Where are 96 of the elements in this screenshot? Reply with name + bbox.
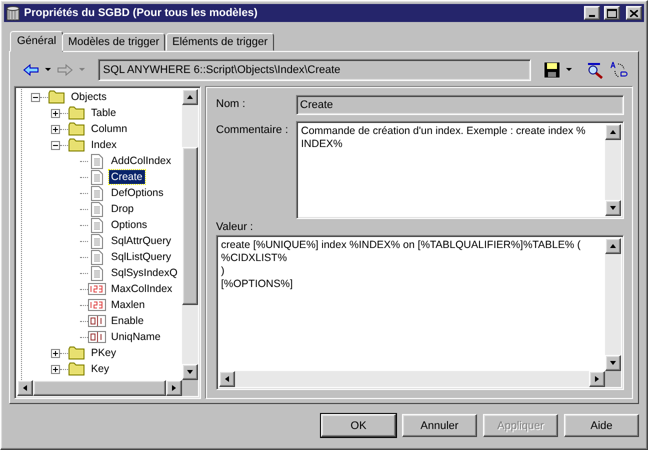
collapse-toggle[interactable] — [51, 140, 60, 150]
folder-icon — [68, 346, 86, 360]
scroll-down-button[interactable] — [605, 355, 621, 371]
left-arrow-icon — [223, 375, 231, 383]
tree-item[interactable]: Options — [109, 218, 150, 232]
expand-toggle[interactable] — [51, 108, 60, 118]
close-icon — [630, 10, 638, 16]
up-arrow-icon — [186, 93, 194, 101]
document-icon — [91, 186, 103, 200]
scroll-down-button[interactable] — [182, 364, 198, 380]
right-arrow-icon — [593, 375, 601, 383]
folder-icon — [68, 138, 86, 152]
collapse-toggle[interactable] — [31, 92, 40, 102]
folder-icon — [68, 106, 86, 120]
document-icon — [91, 154, 103, 168]
tree-item[interactable]: SqlAttrQuery — [109, 234, 174, 248]
value-field[interactable]: create [%UNIQUE%] index %INDEX% on [%TABLQUALIFIER%]%TABLE% ( %CIDXLIST% ) [%OPTIONS%] — [216, 235, 624, 390]
document-icon — [91, 202, 103, 216]
scroll-left-button[interactable] — [219, 371, 235, 387]
document-icon — [91, 218, 103, 232]
expand-toggle[interactable] — [51, 364, 60, 374]
dialog-button[interactable]: Annuler — [402, 414, 477, 437]
comment-field[interactable]: Commande de création d'un index. Exemple : create index % INDEX% — [296, 121, 624, 219]
field-label: Valeur : — [216, 220, 254, 235]
minimize-button[interactable] — [584, 6, 600, 20]
field-text: Commande de création d'un index. Exemple : create index % INDEX% — [300, 124, 586, 152]
maximize-button[interactable] — [604, 6, 620, 20]
vertical-scrollbar[interactable] — [605, 238, 621, 371]
folder-icon — [68, 362, 86, 376]
tree-item[interactable]: PKey — [89, 346, 118, 360]
up-arrow-icon — [609, 128, 617, 136]
scroll-right-button[interactable] — [166, 380, 182, 396]
tab[interactable]: Eléments de trigger — [166, 33, 274, 51]
horizontal-scrollbar[interactable] — [219, 371, 605, 387]
tree-item[interactable]: Enable — [109, 314, 146, 328]
tree-item[interactable]: Index — [89, 138, 119, 152]
tree-item[interactable]: Drop — [109, 202, 136, 216]
tree-item[interactable]: AddColIndex — [109, 154, 174, 168]
dialog-button[interactable]: Aide — [564, 414, 639, 437]
caret-icon — [79, 68, 85, 72]
maximize-icon — [607, 8, 617, 18]
tree-item[interactable]: SqlListQuery — [109, 250, 174, 264]
scrollbar-corner — [182, 380, 198, 396]
close-button[interactable] — [626, 6, 642, 20]
expand-toggle[interactable] — [51, 124, 60, 134]
up-arrow-icon — [609, 242, 617, 250]
back-arrow-icon — [23, 64, 39, 76]
tree-item[interactable]: Create — [109, 170, 145, 184]
tree-item[interactable]: MaxColIndex — [109, 282, 174, 296]
field-label: Commentaire : — [216, 123, 290, 138]
document-icon — [91, 170, 103, 184]
name-field[interactable]: Create — [296, 95, 624, 115]
tree-item[interactable]: Key — [89, 362, 112, 376]
tab[interactable]: Modèles de trigger — [62, 33, 166, 51]
vertical-scrollbar[interactable] — [605, 124, 621, 216]
path-field[interactable]: SQL ANYWHERE 6::Script\Objects\Index\Create — [98, 59, 531, 81]
caret-icon — [45, 68, 51, 72]
tree-item[interactable]: SqlSysIndexQ — [109, 266, 180, 280]
folder-icon — [48, 90, 66, 104]
vertical-scrollbar[interactable] — [182, 89, 198, 380]
scroll-left-button[interactable] — [17, 380, 33, 396]
down-arrow-icon — [186, 368, 194, 376]
tab[interactable]: Général — [10, 31, 64, 52]
tree-item[interactable]: Table — [89, 106, 118, 120]
field-text: create [%UNIQUE%] index %INDEX% on [%TABLQUALIFIER%]%TABLE% ( %CIDXLIST% ) [%OPTIONS%] — [220, 238, 582, 292]
scroll-up-button[interactable] — [605, 124, 621, 140]
tree-item[interactable]: UniqName — [109, 330, 163, 344]
scrollbar-corner — [605, 371, 621, 387]
tree-item[interactable]: DefOptions — [109, 186, 166, 200]
tree-item[interactable]: Column — [89, 122, 130, 136]
scrollbar-thumb[interactable] — [182, 147, 198, 305]
scrollbar-thumb[interactable] — [33, 380, 166, 396]
scroll-right-button[interactable] — [589, 371, 605, 387]
dialog-button[interactable]: OK — [321, 414, 396, 437]
field-label: Nom : — [216, 97, 246, 112]
caret-icon — [566, 68, 572, 72]
database-icon — [6, 6, 20, 20]
scroll-up-button[interactable] — [605, 238, 621, 254]
tree-item[interactable]: Maxlen — [109, 298, 147, 312]
window-title: Propriétés du SGBD (Pour tous les modèles) — [24, 7, 258, 19]
document-icon — [91, 234, 103, 248]
scroll-up-button[interactable] — [182, 89, 198, 105]
replace-arrows-icon — [610, 61, 628, 79]
magnifier-icon — [586, 61, 604, 79]
left-arrow-icon — [21, 384, 29, 392]
right-arrow-icon — [170, 384, 178, 392]
folder-icon — [68, 122, 86, 136]
document-icon — [91, 266, 103, 280]
down-arrow-icon — [609, 359, 617, 367]
scroll-down-button[interactable] — [605, 200, 621, 216]
forward-arrow-icon — [57, 64, 73, 76]
tree-item[interactable]: Objects — [69, 90, 109, 104]
horizontal-scrollbar[interactable] — [17, 380, 182, 396]
down-arrow-icon — [609, 204, 617, 212]
expand-toggle[interactable] — [51, 348, 60, 358]
document-icon — [91, 250, 103, 264]
